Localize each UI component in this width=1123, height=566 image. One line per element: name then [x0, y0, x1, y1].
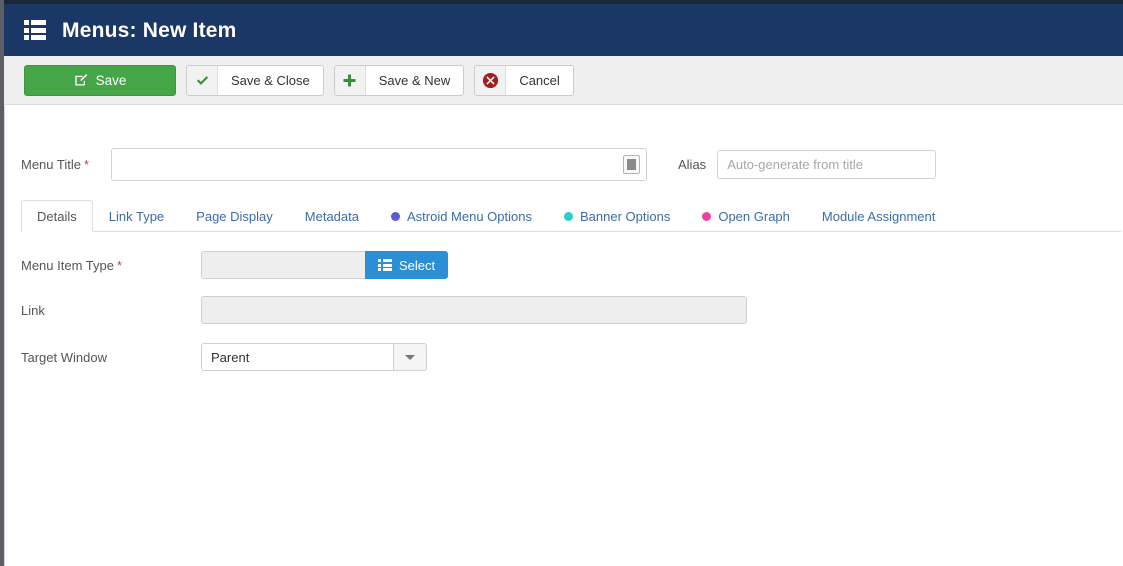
tab-link-type[interactable]: Link Type [93, 200, 180, 232]
menu-item-type-select-button[interactable]: Select [365, 251, 449, 279]
tab-details-label: Details [37, 208, 77, 224]
target-window-value[interactable]: Parent [201, 343, 394, 371]
tab-astroid-menu-options[interactable]: Astroid Menu Options [375, 200, 548, 232]
tab-banner-options[interactable]: Banner Options [548, 200, 686, 232]
save-button-label: Save [95, 72, 127, 88]
select-button-label: Select [399, 257, 436, 273]
required-marker: * [116, 257, 123, 273]
menu-title-row: Menu Title * Alias [21, 148, 937, 181]
link-row: Link [21, 296, 747, 324]
chevron-down-icon[interactable] [394, 343, 427, 371]
tab-module-assignment-label: Module Assignment [821, 208, 936, 224]
tab-open-graph-label: Open Graph [718, 208, 790, 224]
pencil-square-icon [74, 73, 88, 87]
link-input[interactable] [201, 296, 747, 324]
content-area: Menu Title* Alias Details Link Type Page… [4, 106, 1123, 566]
check-icon [187, 65, 218, 95]
menu-title-label: Menu Title * [21, 157, 90, 172]
menu-title-input[interactable] [111, 148, 647, 181]
sidebar-collapsed-edge[interactable] [0, 0, 4, 566]
tab-astroid-menu-options-label: Astroid Menu Options [406, 208, 532, 224]
tab-page-display[interactable]: Page Display [180, 200, 289, 232]
tab-module-assignment[interactable]: Module Assignment [806, 200, 951, 232]
plus-icon [334, 65, 366, 95]
menu-item-type-row: Menu Item Type * Select [21, 251, 449, 279]
toolbar: Save Save & Close Save & New Cancel [0, 56, 1123, 105]
target-window-label: Target Window [21, 349, 107, 365]
target-window-row: Target Window Parent [21, 343, 427, 371]
cancel-button[interactable]: Cancel [474, 64, 574, 96]
target-window-select[interactable]: Parent [201, 343, 427, 371]
tab-metadata-label: Metadata [304, 208, 359, 224]
save-close-button-label: Save & Close [231, 72, 310, 88]
tab-banner-options-label: Banner Options [580, 208, 671, 224]
banner-dot-icon [564, 211, 573, 221]
cancel-button-label: Cancel [519, 72, 560, 88]
batch-icon[interactable] [623, 155, 640, 174]
page-root: Menus: New Item Save Save & Close Save &… [0, 0, 1123, 566]
page-title: Menus: New Item [62, 18, 237, 42]
tab-bar: Details Link Type Page Display Metadata … [21, 199, 1121, 232]
alias-input[interactable] [717, 150, 937, 179]
alias-label: Alias [678, 157, 707, 172]
astroid-dot-icon [390, 211, 400, 221]
tab-metadata[interactable]: Metadata [289, 200, 375, 232]
save-button[interactable]: Save [24, 64, 176, 96]
link-label: Link [21, 302, 45, 318]
save-new-button[interactable]: Save & New [333, 64, 465, 96]
tab-link-type-label: Link Type [108, 208, 165, 224]
page-header: Menus: New Item [0, 4, 1123, 56]
save-close-button[interactable]: Save & Close [186, 64, 324, 96]
save-new-button-label: Save & New [378, 72, 451, 88]
menu-item-type-group: Select [201, 251, 449, 279]
tab-page-display-label: Page Display [196, 208, 273, 224]
menu-title-input-wrap [111, 148, 647, 181]
required-marker: * [83, 157, 90, 172]
open-graph-dot-icon [702, 211, 712, 221]
menu-item-type-label: Menu Item Type * [21, 257, 123, 273]
list-icon [24, 20, 46, 40]
tab-open-graph[interactable]: Open Graph [686, 200, 806, 232]
menu-item-type-input[interactable] [201, 251, 365, 279]
tab-details[interactable]: Details [21, 200, 93, 232]
list-select-icon [378, 259, 392, 271]
cancel-circle-icon [475, 65, 507, 95]
